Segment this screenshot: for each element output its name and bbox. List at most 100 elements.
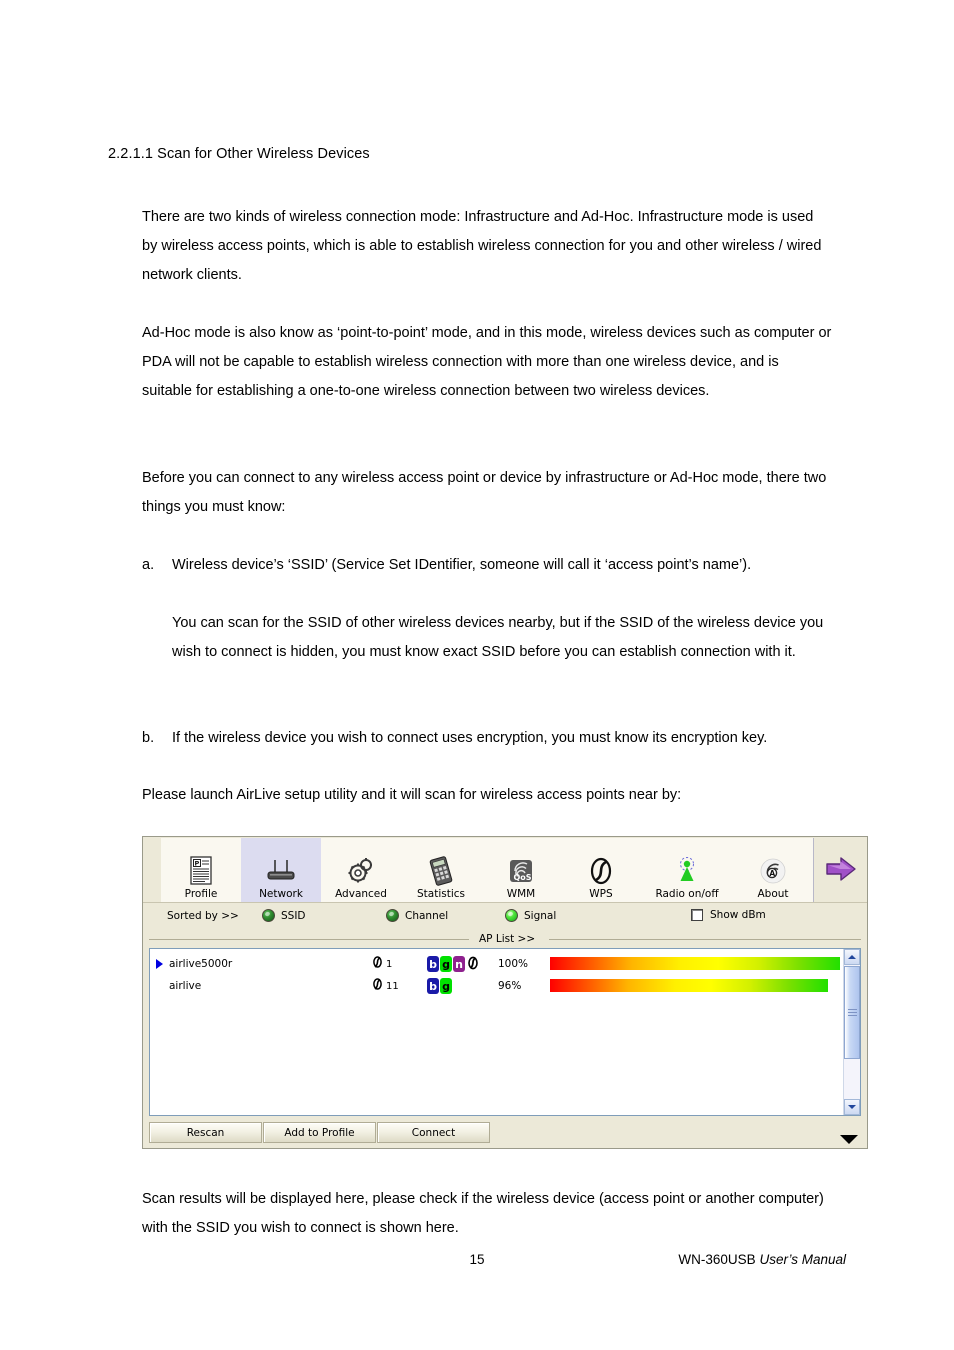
ap-signal-bar-track: [550, 957, 840, 970]
toolbar-item-network-label: Network: [259, 888, 303, 900]
paragraph-adhoc: Ad-Hoc mode is also know as ‘point-to-po…: [142, 325, 832, 400]
toolbar-item-profile-label: Profile: [184, 888, 218, 900]
wps-swirl-icon: [584, 855, 618, 887]
channel-swirl-icon: [372, 956, 383, 972]
toolbar-item-network[interactable]: Network: [241, 838, 321, 902]
ap-signal-bar: [550, 957, 840, 970]
list-item-b: b. If the wireless device you wish to co…: [142, 724, 842, 753]
row-selection-marker-icon: [156, 959, 163, 969]
sort-option-ssid-led-icon: [262, 909, 275, 922]
ap-list-label: AP List >>: [475, 933, 540, 945]
toolbar-next-button[interactable]: [813, 838, 867, 902]
scrollbar-grip-icon: [847, 1009, 857, 1016]
list-item-b-marker: b.: [142, 730, 155, 746]
toolbar-item-statistics-label: Statistics: [417, 888, 465, 900]
ap-channel-number: 1: [386, 958, 393, 970]
toolbar-item-wps[interactable]: WPS: [561, 838, 641, 902]
toolbar-item-profile[interactable]: P Profile: [161, 838, 241, 902]
about-signal-icon: A: [756, 855, 790, 887]
footer-manual-title: WN-360USB User’s Manual: [678, 1252, 846, 1267]
table-row[interactable]: airlive 11 b g 96%: [150, 975, 843, 997]
paragraph-scan-results: Scan results will be displayed here, ple…: [142, 1191, 824, 1237]
airlive-utility-window: P Profile Network Advanced Statistics Qo…: [142, 836, 868, 1149]
svg-text:P: P: [195, 860, 200, 868]
section-heading: 2.2.1.1 Scan for Other Wireless Devices: [108, 146, 370, 162]
list-item-a: a. Wireless device’s ‘SSID’ (Service Set…: [142, 551, 842, 580]
list-item-a-text: Wireless device’s ‘SSID’ (Service Set ID…: [172, 557, 752, 573]
svg-text:A: A: [769, 869, 775, 878]
paragraph-intro-modes: There are two kinds of wireless connecti…: [142, 209, 822, 284]
profile-document-icon: P: [184, 855, 218, 887]
ap-list-scrollbar[interactable]: [843, 949, 860, 1115]
list-item-a-detail: You can scan for the SSID of other wirel…: [172, 615, 824, 661]
ap-list-group-header: AP List >>: [149, 933, 861, 946]
toolbar-item-about-label: About: [757, 888, 789, 900]
sort-option-channel-led-icon: [386, 909, 399, 922]
sort-option-channel[interactable]: Channel: [386, 909, 448, 922]
calculator-icon: [424, 855, 458, 887]
qos-signal-icon: QoS: [504, 855, 538, 887]
toolbar-item-wmm-label: WMM: [506, 888, 536, 900]
list-item-a-marker: a.: [142, 557, 155, 573]
ap-signal-bar-track: [550, 979, 840, 992]
table-row[interactable]: airlive5000r 1 b g n 100%: [150, 953, 843, 975]
purple-right-arrow-icon: [824, 854, 858, 887]
toolbar-item-radio-on-off[interactable]: Radio on/off: [641, 838, 733, 902]
paragraph-launch-utility: Please launch AirLive setup utility and …: [142, 787, 682, 803]
radio-antenna-icon: [670, 855, 704, 887]
ap-channel: 11: [372, 978, 399, 994]
sort-option-ssid-label: SSID: [281, 909, 306, 922]
footer-manual-text: User’s Manual: [759, 1252, 846, 1267]
utility-toolbar: P Profile Network Advanced Statistics Qo…: [143, 837, 867, 903]
mode-badge-b: b: [427, 956, 439, 972]
ap-signal-percent: 96%: [498, 980, 522, 992]
ap-ssid: airlive5000r: [169, 958, 233, 970]
toolbar-left-spacer: [143, 837, 161, 902]
toolbar-item-radio-on-off-label: Radio on/off: [655, 888, 719, 900]
mode-badge-g: g: [440, 956, 452, 972]
window-bottom-strip: [144, 1127, 866, 1147]
show-dbm-label: Show dBm: [710, 909, 766, 921]
chevron-down-icon: [848, 1105, 856, 1109]
scrollbar-up-button[interactable]: [844, 949, 860, 965]
router-icon: [264, 855, 298, 887]
ap-modes: b g: [427, 978, 452, 994]
checkbox-icon: [691, 909, 703, 921]
sort-option-signal[interactable]: Signal: [505, 909, 556, 922]
sorted-by-label: Sorted by >>: [167, 910, 239, 922]
sort-option-signal-label: Signal: [524, 909, 557, 922]
collapse-panel-triangle-icon[interactable]: [840, 1135, 858, 1144]
channel-swirl-icon: [372, 978, 383, 994]
sort-option-ssid[interactable]: SSID: [262, 909, 306, 922]
group-divider-left: [149, 939, 469, 940]
ap-list-rows: airlive5000r 1 b g n 100% airlive 11 b g…: [150, 949, 843, 997]
ap-list-box[interactable]: airlive5000r 1 b g n 100% airlive 11 b g…: [149, 948, 861, 1116]
chevron-up-icon: [848, 955, 856, 959]
scrollbar-down-button[interactable]: [844, 1099, 860, 1115]
mode-badge-g: g: [440, 978, 452, 994]
toolbar-item-statistics[interactable]: Statistics: [401, 838, 481, 902]
ap-channel-number: 11: [386, 980, 399, 992]
ap-ssid: airlive: [169, 980, 202, 992]
manual-page: 2.2.1.1 Scan for Other Wireless Devices …: [0, 0, 954, 1350]
svg-text:QoS: QoS: [514, 873, 532, 882]
list-item-b-text: If the wireless device you wish to conne…: [172, 730, 768, 746]
toolbar-item-wmm[interactable]: QoS WMM: [481, 838, 561, 902]
mode-badge-n: n: [453, 956, 465, 972]
footer-product-name: WN-360USB: [678, 1252, 756, 1267]
sort-option-signal-led-icon: [505, 909, 518, 922]
ap-signal-percent: 100%: [498, 958, 529, 970]
ap-channel: 1: [372, 956, 392, 972]
show-dbm-checkbox[interactable]: Show dBm: [691, 909, 766, 921]
toolbar-item-wps-label: WPS: [589, 888, 613, 900]
mode-badge-b: b: [427, 978, 439, 994]
ap-signal-bar: [550, 979, 829, 992]
wps-capable-icon: [467, 956, 479, 973]
group-divider-right: [549, 939, 861, 940]
sort-options-bar: Sorted by >> SSID Channel Signal Show dB…: [143, 903, 867, 933]
toolbar-item-about[interactable]: A About: [733, 838, 813, 902]
toolbar-item-advanced-label: Advanced: [335, 888, 387, 900]
toolbar-item-advanced[interactable]: Advanced: [321, 838, 401, 902]
sort-option-channel-label: Channel: [405, 909, 449, 922]
scrollbar-thumb[interactable]: [844, 966, 860, 1059]
